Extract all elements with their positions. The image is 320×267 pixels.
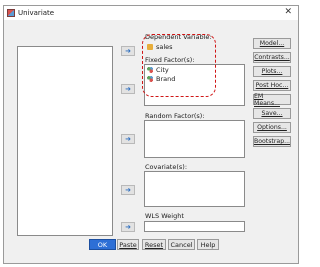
- bootstrap-button[interactable]: Bootstrap...: [253, 136, 291, 147]
- dialog-title: Univariate: [18, 9, 55, 17]
- em-means-button[interactable]: EM Means...: [253, 93, 291, 107]
- covariates-list[interactable]: [144, 171, 245, 207]
- close-icon[interactable]: ✕: [284, 7, 292, 17]
- plots-button[interactable]: Plots...: [253, 66, 291, 77]
- post-hoc-button[interactable]: Post Hoc...: [253, 80, 291, 91]
- wls-weight-field[interactable]: [144, 221, 245, 232]
- fixed-factors-label: Fixed Factor(s):: [145, 56, 195, 64]
- contrasts-button[interactable]: Contrasts...: [253, 52, 291, 63]
- fixed-factor-item-city[interactable]: City: [147, 66, 169, 74]
- reset-button[interactable]: Reset: [142, 239, 166, 250]
- random-factors-list[interactable]: [144, 120, 245, 158]
- save-button[interactable]: Save...: [253, 108, 291, 119]
- wls-weight-label: WLS Weight: [145, 212, 184, 220]
- move-fixed-factor-arrow-button[interactable]: ➜: [121, 84, 135, 94]
- cancel-button[interactable]: Cancel: [168, 239, 195, 250]
- arrow-right-icon: ➜: [125, 223, 131, 231]
- move-wls-weight-arrow-button[interactable]: ➜: [121, 222, 135, 232]
- nominal-variable-icon: [147, 76, 153, 82]
- nominal-variable-icon: [147, 67, 153, 73]
- source-variable-list[interactable]: [17, 46, 113, 236]
- fixed-factor-item-brand[interactable]: Brand: [147, 75, 175, 83]
- arrow-right-icon: ➜: [125, 47, 131, 55]
- ok-button[interactable]: OK: [89, 239, 116, 250]
- scale-variable-icon: [147, 44, 153, 50]
- model-button[interactable]: Model...: [253, 38, 291, 49]
- dependent-variable-label: Dependent Variable:: [145, 33, 212, 41]
- arrow-right-icon: ➜: [125, 186, 131, 194]
- dependent-variable-value: sales: [156, 43, 173, 51]
- covariates-label: Covariate(s):: [145, 163, 188, 171]
- arrow-right-icon: ➜: [125, 135, 131, 143]
- move-dependent-arrow-button[interactable]: ➜: [121, 46, 135, 56]
- options-button[interactable]: Options...: [253, 122, 291, 133]
- spss-app-icon: [7, 9, 15, 17]
- move-random-factor-arrow-button[interactable]: ➜: [121, 134, 135, 144]
- fixed-factors-list[interactable]: City Brand: [144, 64, 245, 106]
- fixed-factor-brand-label: Brand: [156, 75, 176, 83]
- arrow-right-icon: ➜: [125, 85, 131, 93]
- title-bar: Univariate ✕: [4, 6, 298, 20]
- dependent-variable-item[interactable]: sales: [147, 43, 173, 51]
- random-factors-label: Random Factor(s):: [145, 112, 205, 120]
- move-covariate-arrow-button[interactable]: ➜: [121, 185, 135, 195]
- help-button[interactable]: Help: [197, 239, 219, 250]
- fixed-factor-city-label: City: [156, 66, 169, 74]
- paste-button[interactable]: Paste: [117, 239, 139, 250]
- univariate-dialog: Univariate ✕ ➜ Dependent Variable: sales…: [3, 5, 299, 264]
